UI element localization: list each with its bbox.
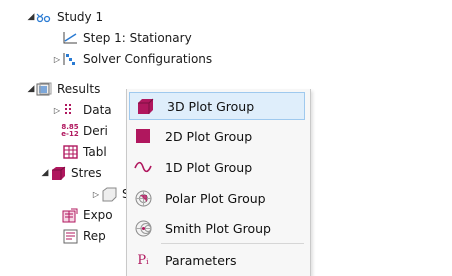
tree-item-label: Step 1: Stationary (83, 31, 192, 45)
surface-plot-icon (101, 186, 117, 202)
tree-item-study-1[interactable]: ◢ Study 1 (26, 7, 104, 27)
tables-icon (62, 144, 78, 160)
menu-item-1d-plot-group[interactable]: 1D Plot Group (128, 153, 306, 181)
tree-item-label: Solver Configurations (83, 52, 213, 66)
2d-plot-group-icon (134, 127, 152, 145)
tree-item-stress[interactable]: ◢ Stres (40, 163, 102, 183)
solver-configurations-icon (62, 51, 78, 67)
1d-plot-group-icon (134, 158, 152, 176)
tree-item-datasets[interactable]: ▷ Data (52, 100, 112, 120)
export-icon (62, 207, 78, 223)
collapse-arrow-icon[interactable]: ▷ (52, 49, 62, 69)
menu-item-polar-plot-group[interactable]: Polar Plot Group (128, 184, 306, 212)
tree-item-results[interactable]: ◢ Results (26, 79, 100, 99)
tree-item-label: Expo (83, 208, 113, 222)
menu-separator (161, 243, 304, 244)
parameters-icon: Pᵢ (137, 252, 149, 268)
tree-item-label: Results (57, 82, 101, 96)
tree-item-label: Data (83, 103, 112, 117)
tree-item-label: Stres (71, 166, 102, 180)
tree-item-label: Tabl (83, 145, 107, 159)
stress-plot-group-icon (50, 165, 66, 181)
menu-item-2d-plot-group[interactable]: 2D Plot Group (128, 122, 306, 150)
tree-item-export[interactable]: Expo (52, 205, 113, 225)
smith-plot-group-icon (134, 219, 152, 237)
reports-icon (62, 228, 78, 244)
menu-item-parameters[interactable]: Pᵢ Parameters (128, 246, 306, 274)
collapse-arrow-icon[interactable]: ▷ (52, 100, 62, 120)
menu-item-label: Polar Plot Group (165, 190, 266, 206)
menu-item-label: 3D Plot Group (167, 98, 255, 114)
tree-item-label: Deri (83, 124, 108, 138)
expand-arrow-icon[interactable]: ◢ (26, 79, 36, 99)
3d-plot-group-icon (136, 97, 154, 115)
datasets-icon (62, 102, 78, 118)
add-plot-group-menu: 3D Plot Group 2D Plot Group 1D Plot Grou… (126, 89, 311, 276)
results-icon (36, 81, 52, 97)
menu-item-label: 2D Plot Group (165, 128, 253, 144)
tree-item-reports[interactable]: Rep (52, 226, 106, 246)
stationary-step-icon (62, 30, 78, 46)
menu-item-3d-plot-group[interactable]: 3D Plot Group (129, 92, 305, 120)
polar-plot-group-icon (134, 189, 152, 207)
study-icon (36, 9, 52, 25)
collapse-arrow-icon[interactable]: ▷ (91, 184, 101, 204)
tree-item-derived-values[interactable]: 8.85 e-12 Deri (52, 121, 108, 141)
expand-arrow-icon[interactable]: ◢ (40, 163, 50, 183)
tree-item-stress-child[interactable]: ▷ S (91, 184, 130, 204)
derived-values-icon: 8.85 e-12 (61, 123, 79, 138)
menu-item-label: Smith Plot Group (165, 220, 271, 236)
expand-arrow-icon[interactable]: ◢ (26, 7, 36, 27)
menu-item-smith-plot-group[interactable]: Smith Plot Group (128, 214, 306, 242)
tree-item-step-1[interactable]: Step 1: Stationary (52, 28, 192, 48)
tree-item-label: Study 1 (57, 10, 104, 24)
menu-item-label: 1D Plot Group (165, 159, 253, 175)
menu-item-label: Parameters (165, 252, 237, 268)
tree-item-solver-configurations[interactable]: ▷ Solver Configurations (52, 49, 212, 69)
tree-item-tables[interactable]: Tabl (52, 142, 107, 162)
tree-item-label: Rep (83, 229, 106, 243)
